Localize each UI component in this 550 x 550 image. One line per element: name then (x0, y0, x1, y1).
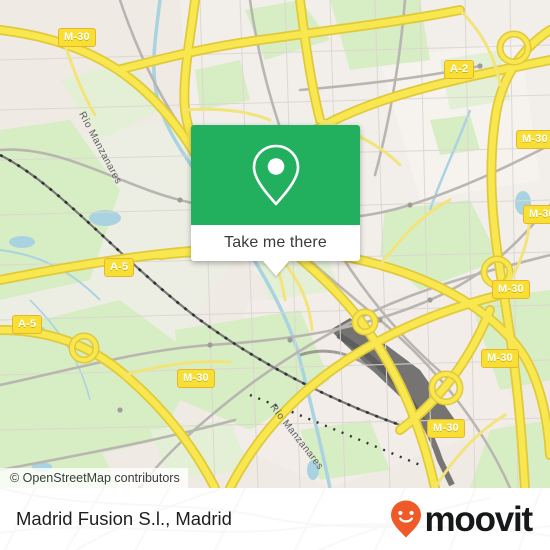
callout-image-area (191, 125, 360, 225)
road-shield: A-5 (104, 258, 135, 277)
road-shield: A-5 (12, 315, 43, 334)
road-shield: M-30 (523, 205, 550, 224)
map-attribution[interactable]: © OpenStreetMap contributors (0, 468, 188, 488)
take-me-there-button[interactable]: Take me there (191, 225, 360, 261)
road-shield: M-30 (177, 369, 215, 388)
moovit-place-map-screenshot: M-30 A-2 M-30 M-30 A-5 A-5 M-30 M-30 M-3… (0, 0, 550, 550)
road-shield: M-30 (58, 28, 96, 47)
callout-pointer-tail (262, 261, 289, 276)
moovit-logo[interactable]: moovit (389, 499, 533, 539)
road-shield: M-30 (492, 280, 530, 299)
footer-bar: Madrid Fusion S.l., Madrid moovit (0, 488, 550, 550)
road-shield: M-30 (427, 419, 465, 438)
place-callout-card[interactable]: Take me there (191, 125, 360, 276)
moovit-wordmark: moovit (424, 499, 533, 539)
location-pin-icon (252, 144, 299, 206)
moovit-smiley-pin-icon (391, 500, 422, 538)
take-me-there-label: Take me there (224, 234, 327, 251)
attribution-text: © OpenStreetMap contributors (10, 471, 180, 485)
road-shield: M-30 (516, 130, 550, 149)
road-shield: A-2 (444, 60, 475, 79)
place-name: Madrid Fusion S.l., Madrid (16, 508, 232, 529)
road-shield: M-30 (481, 349, 519, 368)
